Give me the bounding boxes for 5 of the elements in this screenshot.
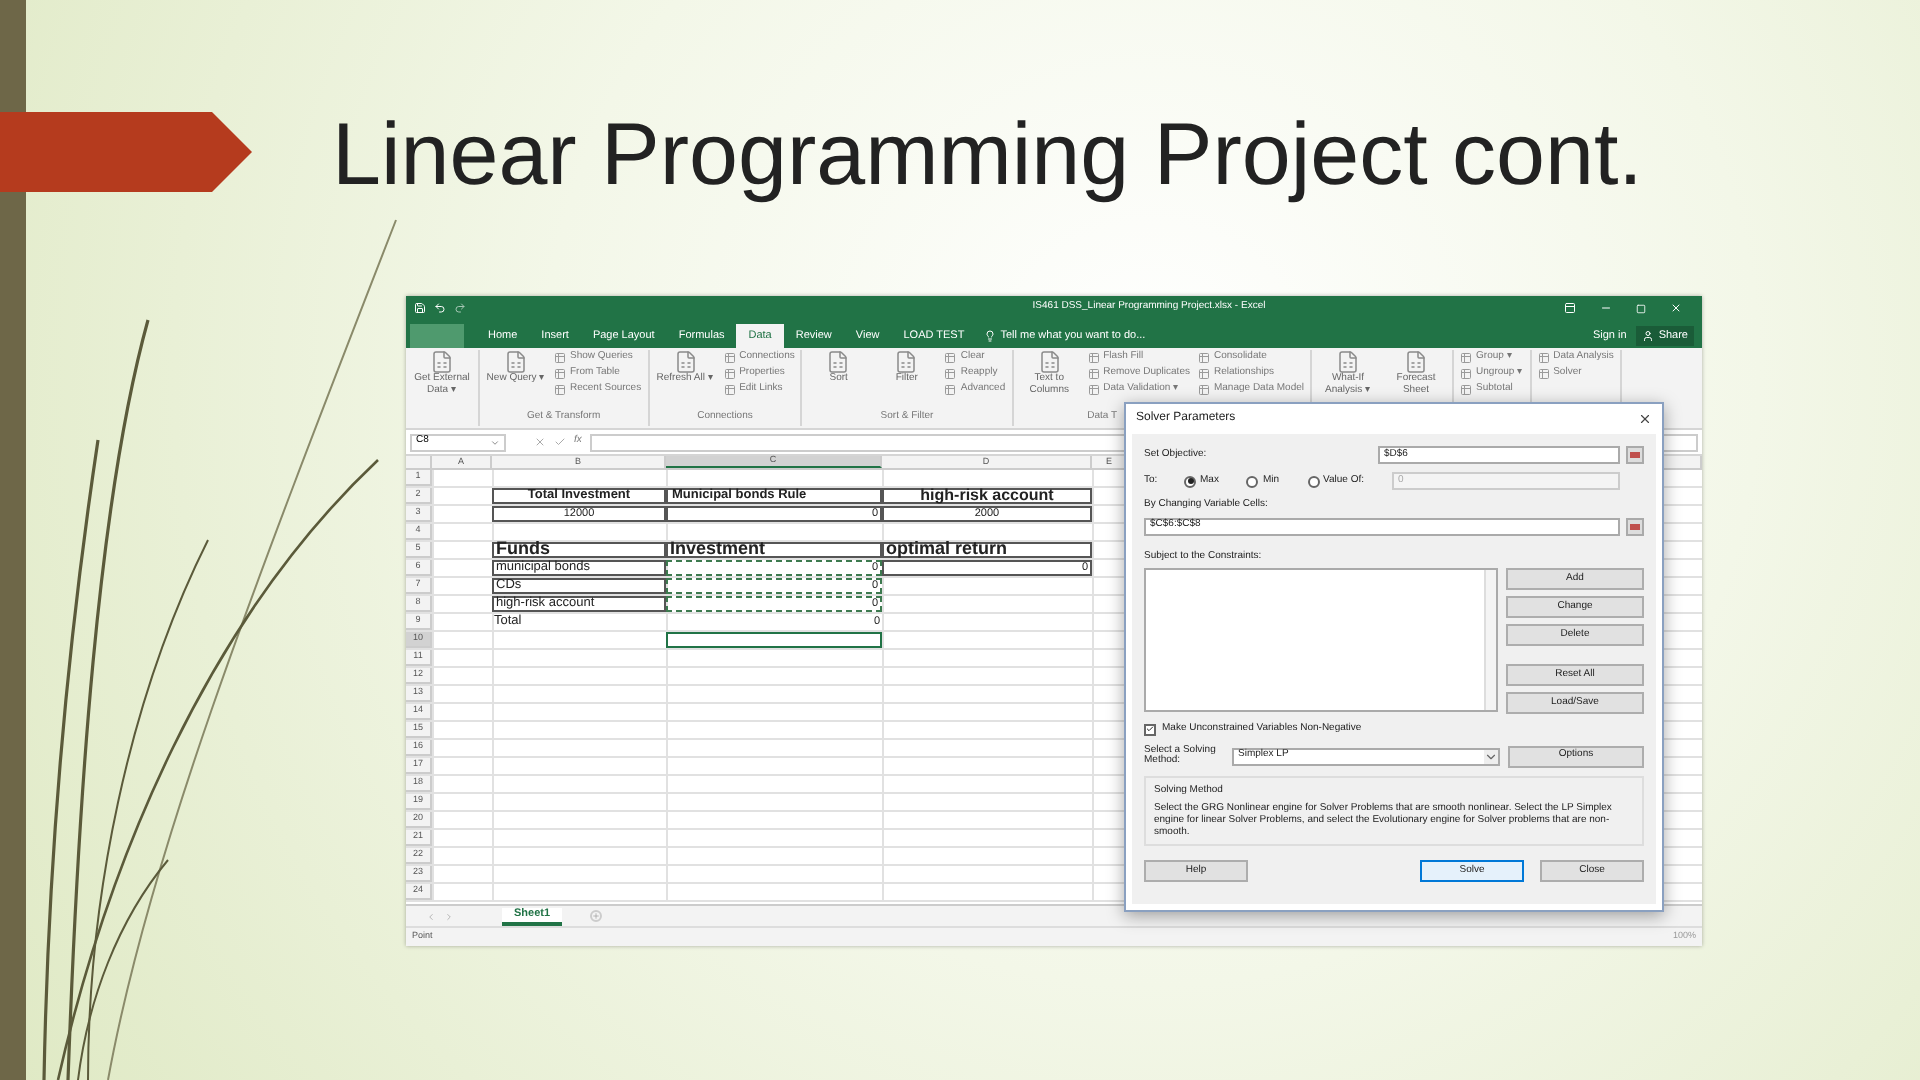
table-cell: Funds: [492, 542, 666, 558]
table-cell: high-risk account: [882, 488, 1092, 504]
table-cell: Investment: [666, 542, 882, 558]
table-cell: optimal return: [882, 542, 1092, 558]
slide-title: Linear Programming Project cont.: [332, 104, 1645, 208]
